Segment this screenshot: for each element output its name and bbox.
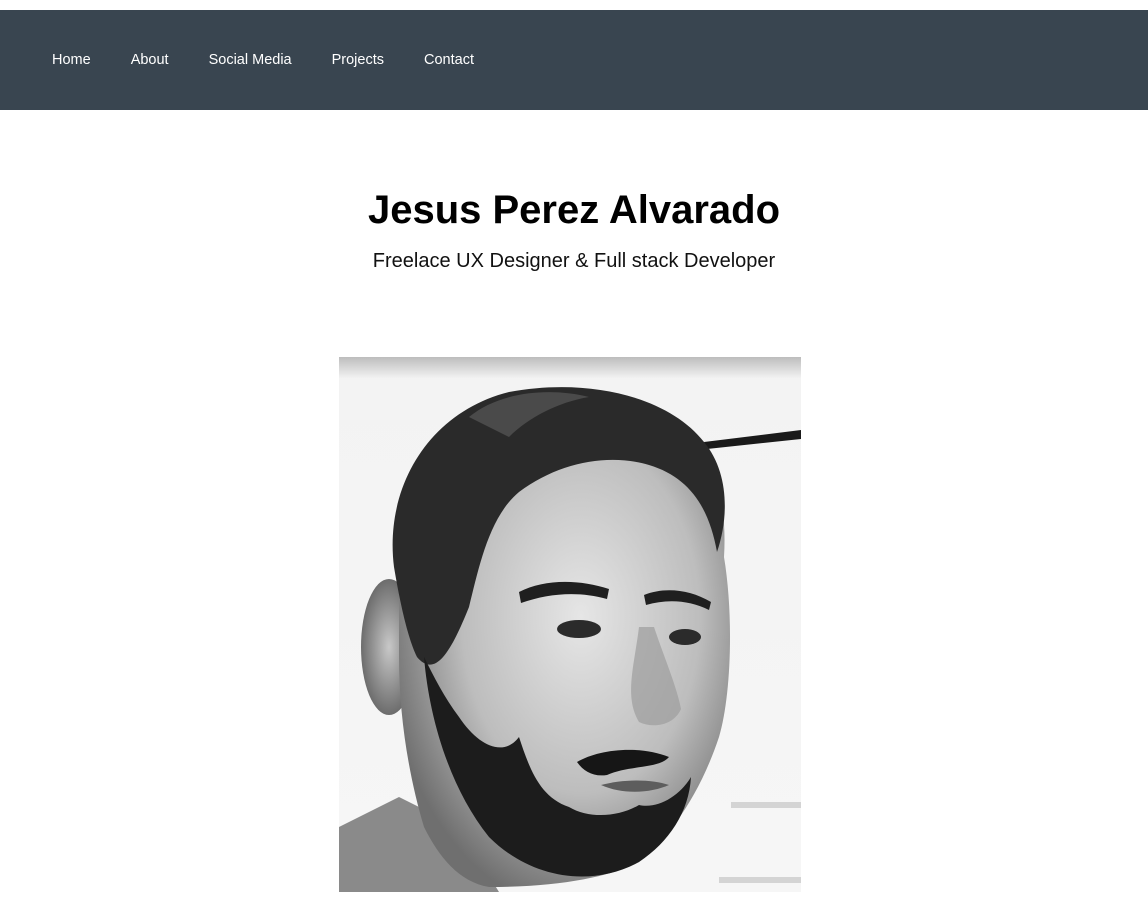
hero-section: Jesus Perez Alvarado Freelace UX Designe… <box>0 110 1148 273</box>
page-title: Jesus Perez Alvarado <box>367 188 781 232</box>
nav-projects-link[interactable]: Projects <box>332 52 384 68</box>
nav-about-link[interactable]: About <box>131 52 169 68</box>
nav-social-media-link[interactable]: Social Media <box>209 52 292 68</box>
top-spacer <box>0 0 1148 10</box>
nav-contact-link[interactable]: Contact <box>424 52 474 68</box>
page-subtitle: Freelace UX Designer & Full stack Develo… <box>372 250 776 272</box>
nav-home-link[interactable]: Home <box>52 52 91 68</box>
navbar: Home About Social Media Projects Contact <box>0 10 1148 110</box>
profile-photo <box>339 357 801 892</box>
profile-photo-illustration <box>339 357 801 892</box>
